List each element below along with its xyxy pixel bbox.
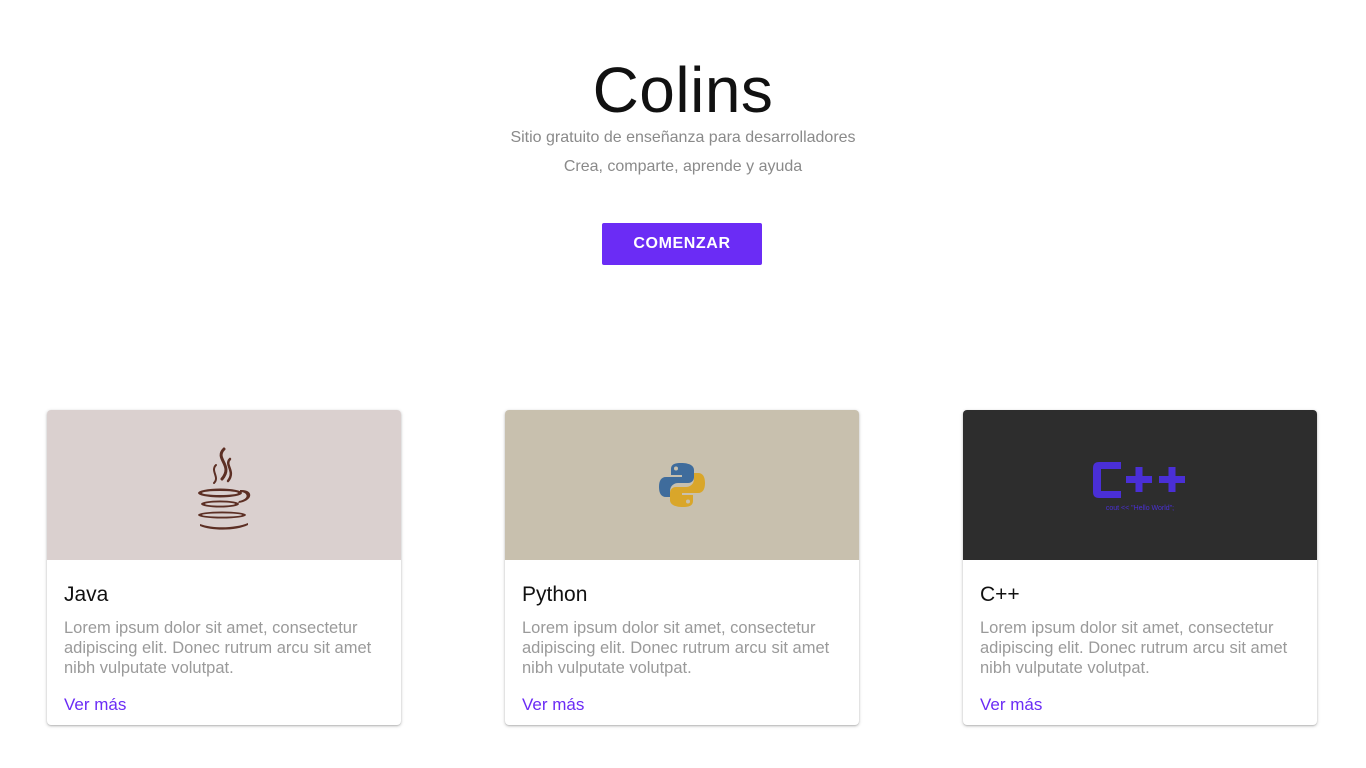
card-title: C++ (980, 583, 1020, 606)
python-logo-icon (659, 463, 705, 507)
card-title: Java (64, 583, 109, 606)
hero-subtitle: Sitio gratuito de enseñanza para desarro… (510, 129, 856, 146)
cpp-caption: cout << "Hello World"; (1106, 505, 1174, 512)
ver-mas-link[interactable]: Ver más (64, 695, 126, 715)
course-card-cpp: cout << "Hello World"; C++ Lorem ipsum d… (963, 410, 1317, 725)
ver-mas-link[interactable]: Ver más (980, 695, 1042, 715)
card-media: cout << "Hello World"; (963, 410, 1317, 560)
comenzar-button[interactable]: COMENZAR (602, 223, 762, 265)
card-media (505, 410, 859, 560)
cpp-logo-icon: cout << "Hello World"; (1093, 462, 1185, 512)
ver-mas-link[interactable]: Ver más (522, 695, 584, 715)
java-cup-icon (198, 447, 251, 530)
card-description: Lorem ipsum dolor sit amet, consectetur … (980, 619, 1288, 677)
card-title: Python (522, 583, 588, 606)
course-card-java: Java Lorem ipsum dolor sit amet, consect… (47, 410, 401, 725)
page-title: Colins (592, 54, 774, 126)
card-description: Lorem ipsum dolor sit amet, consectetur … (64, 619, 372, 677)
hero-tagline: Crea, comparte, aprende y ayuda (563, 158, 803, 175)
card-description: Lorem ipsum dolor sit amet, consectetur … (522, 619, 830, 677)
course-card-python: Python Lorem ipsum dolor sit amet, conse… (505, 410, 859, 725)
card-media (47, 410, 401, 560)
